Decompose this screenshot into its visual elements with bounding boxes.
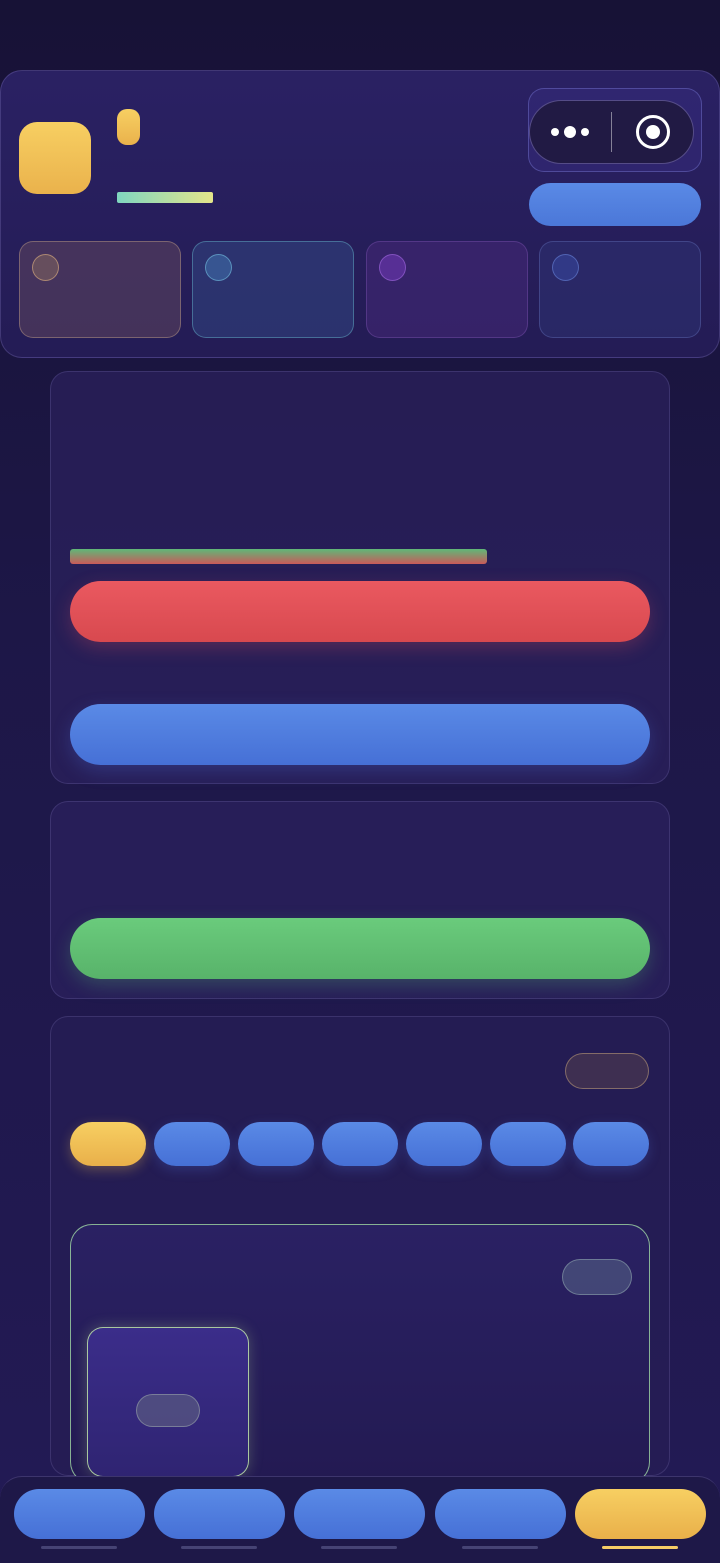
stat-card-4[interactable] — [539, 241, 701, 338]
tab-2[interactable] — [154, 1489, 285, 1539]
avatar[interactable] — [19, 122, 91, 194]
stat-dot-icon — [32, 254, 59, 281]
task-progress-bar — [70, 549, 487, 564]
claim-button[interactable] — [70, 918, 650, 979]
tab-indicator — [462, 1546, 538, 1549]
primary-action-button[interactable] — [70, 581, 650, 642]
day-chip-3[interactable] — [238, 1122, 314, 1166]
page-title — [117, 109, 140, 145]
stat-card-1[interactable] — [19, 241, 181, 338]
header-action-button[interactable] — [529, 183, 701, 226]
day-chip-4[interactable] — [322, 1122, 398, 1166]
level-progress-bar — [117, 192, 213, 203]
tab-indicator — [181, 1546, 257, 1549]
stat-dot-icon — [552, 254, 579, 281]
stat-card-2[interactable] — [192, 241, 354, 338]
tab-indicator-active — [602, 1546, 678, 1549]
tab-indicator — [321, 1546, 397, 1549]
day-chip-6[interactable] — [490, 1122, 566, 1166]
tab-5[interactable] — [575, 1489, 706, 1539]
tab-indicator — [41, 1546, 117, 1549]
target-circle-icon[interactable] — [612, 101, 693, 163]
stat-card-3[interactable] — [366, 241, 528, 338]
tab-4[interactable] — [435, 1489, 566, 1539]
mini-program-capsule — [529, 100, 694, 164]
day-chip-5[interactable] — [406, 1122, 482, 1166]
day-chip-7[interactable] — [573, 1122, 649, 1166]
status-badge — [565, 1053, 649, 1089]
tab-1[interactable] — [14, 1489, 145, 1539]
stat-dot-icon — [205, 254, 232, 281]
secondary-action-button[interactable] — [70, 704, 650, 765]
day-chip-2[interactable] — [154, 1122, 230, 1166]
more-dots-icon[interactable] — [530, 101, 611, 163]
day-chip-1[interactable] — [70, 1122, 146, 1166]
slot-badge — [136, 1394, 200, 1427]
stat-dot-icon — [379, 254, 406, 281]
tab-3[interactable] — [294, 1489, 425, 1539]
card-badge — [562, 1259, 632, 1295]
